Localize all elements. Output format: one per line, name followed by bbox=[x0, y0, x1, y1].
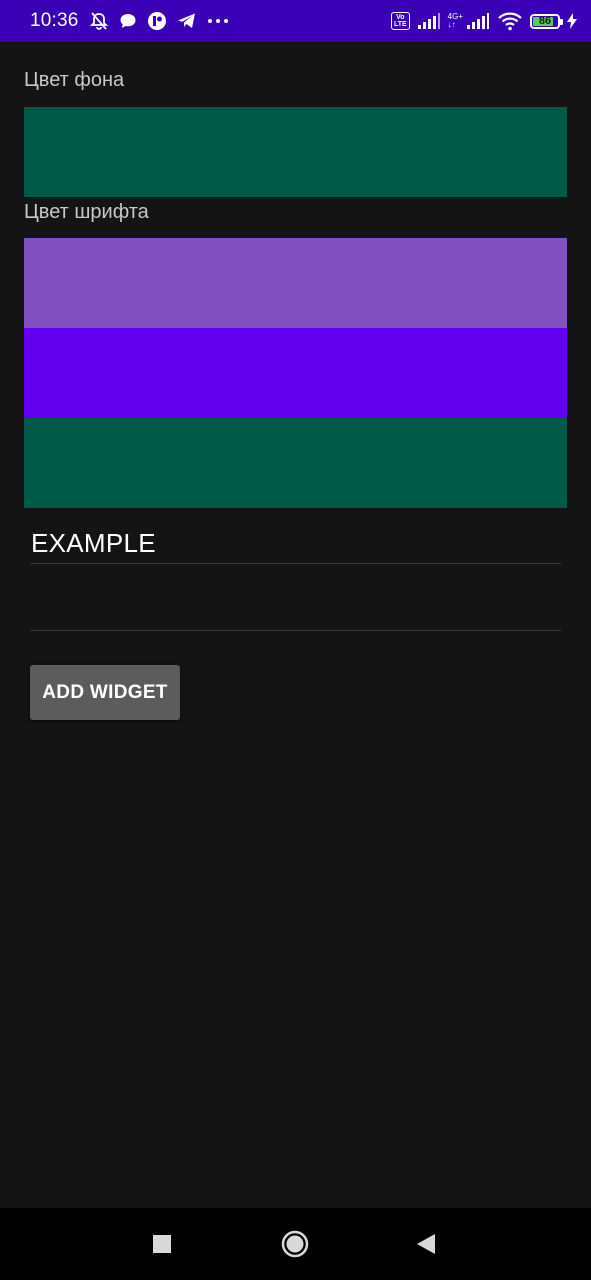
bell-off-icon bbox=[89, 11, 109, 31]
telegram-icon bbox=[177, 12, 197, 30]
recents-button[interactable] bbox=[146, 1228, 178, 1260]
back-button[interactable] bbox=[410, 1228, 442, 1260]
volte-line2: LTE bbox=[393, 21, 407, 28]
signal-icon bbox=[417, 12, 441, 30]
background-color-swatch[interactable] bbox=[24, 107, 567, 197]
home-button[interactable] bbox=[279, 1228, 311, 1260]
status-time: 10:36 bbox=[30, 10, 79, 31]
preview-text: EXAMPLE bbox=[31, 528, 156, 558]
chat-bubble-icon bbox=[119, 12, 137, 30]
background-color-label: Цвет фона bbox=[24, 69, 125, 91]
volte-line1: Vo bbox=[396, 14, 405, 21]
recents-square-icon bbox=[153, 1235, 171, 1253]
network-type-indicator: 4G+ ↓↑ bbox=[448, 13, 463, 29]
input-underline bbox=[30, 630, 561, 631]
more-notifications-icon bbox=[207, 18, 229, 24]
font-color-label: Цвет шрифта bbox=[24, 201, 149, 223]
volte-icon: Vo LTE bbox=[390, 12, 410, 30]
network-activity: ↓↑ bbox=[447, 20, 456, 29]
home-circle-icon bbox=[281, 1230, 309, 1258]
font-color-option-2[interactable] bbox=[24, 328, 567, 418]
navigation-bar bbox=[0, 1208, 591, 1280]
signal-icon-secondary bbox=[466, 12, 490, 30]
add-widget-button[interactable]: ADD WIDGET bbox=[30, 665, 180, 720]
preview-divider bbox=[30, 563, 561, 564]
charging-icon bbox=[567, 13, 577, 29]
back-triangle-icon bbox=[417, 1234, 435, 1254]
font-color-option-3[interactable] bbox=[24, 418, 567, 508]
wifi-icon bbox=[497, 11, 523, 31]
status-bar: 10:36 Vo LTE 4G+ ↓↑ 86 bbox=[0, 0, 591, 42]
battery-level: 86 bbox=[538, 15, 552, 27]
widget-text-input[interactable] bbox=[30, 575, 565, 631]
battery-icon: 86 bbox=[530, 13, 563, 29]
font-color-option-1[interactable] bbox=[24, 238, 567, 328]
app-logo-icon bbox=[147, 11, 167, 31]
